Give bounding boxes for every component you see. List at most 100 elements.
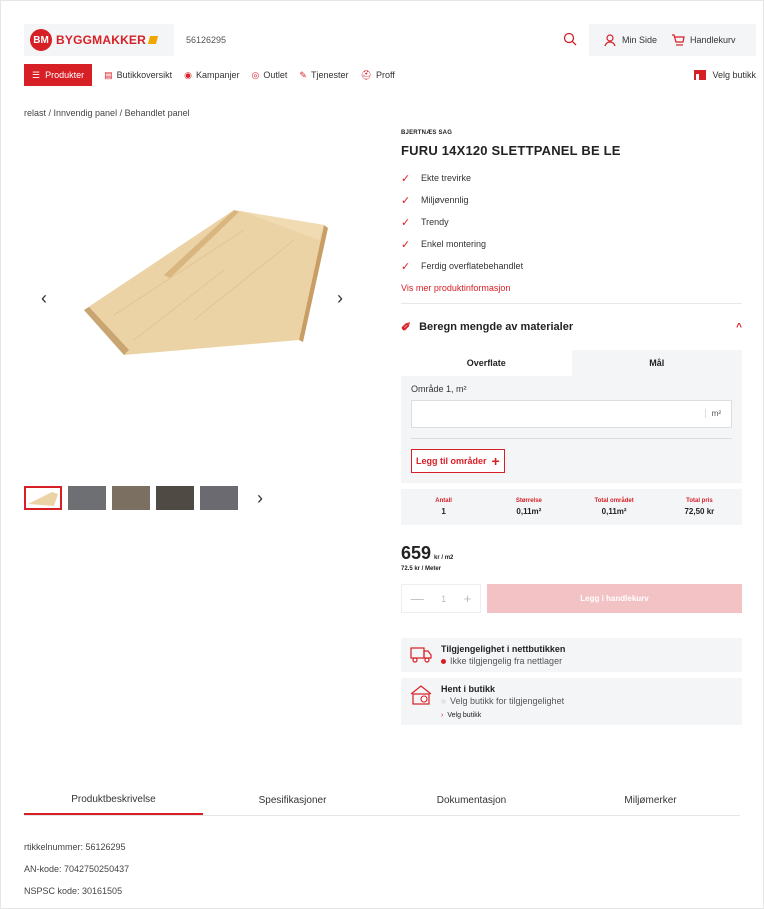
tab-miljomerker[interactable]: Miljømerker [561,786,740,815]
area-unit: m² [704,409,721,418]
thumbnail-3[interactable] [112,486,150,510]
products-menu-button[interactable]: ☰ Produkter [24,64,93,86]
price: 659 kr / m2 [401,543,742,564]
tab-produktbeskrivelse[interactable]: Produktbeskrivelse [24,786,203,815]
chevron-right-icon: › [441,712,444,719]
nav-label: Proff [375,70,395,80]
thumbnail-strip: › [24,486,268,510]
store-pickup-icon [410,685,432,705]
plus-button[interactable]: + [464,591,472,606]
area-label: Område 1, m² [411,384,467,394]
nav-label: Outlet [263,70,288,80]
summary-value: 0,11m² [516,507,542,516]
feature-item: ✓ Trendy [401,211,742,233]
panel-thumb-image [28,492,58,506]
feature-item: ✓ Enkel montering [401,233,742,255]
feature-item: ✓ Miljøvennlig [401,189,742,211]
check-icon: ✓ [401,238,411,251]
min-side-link[interactable]: Min Side [603,33,657,47]
wrench-icon: ✎ [299,69,307,80]
more-product-info-link[interactable]: Vis mer produktinformasjon [401,283,742,293]
logo-badge: BM [30,29,52,51]
summary-cell: Total pris 72,50 kr [657,498,742,516]
nav-item-tjenester[interactable]: ✎ Tjenester [299,70,348,81]
tab-overflate[interactable]: Overflate [401,350,572,376]
feature-label: Ferdig overflatebehandlet [421,261,524,271]
nav-label: Butikkoversikt [116,70,173,80]
select-store-link[interactable]: Velg butikk [693,69,756,81]
nav-item-outlet[interactable]: ◎ Outlet [252,70,288,81]
online-status-text: Ikke tilgjengelig fra nettlager [450,656,563,666]
spec-item: rtikkelnummer: 56126295 [24,842,126,852]
spec-item: NSPSC kode: 30161505 [24,886,123,896]
product-brand[interactable]: BJERTNÆS SAG [401,130,742,136]
main-nav: ☰ Produkter ▤ Butikkoversikt ◉ Kampanjer ◎… [24,64,756,86]
online-availability: Tilgjengelighet i nettbutikken Ikke tilg… [401,638,742,672]
minus-button[interactable]: — [411,591,424,606]
top-bar: BM BYGGMAKKER Min Side Handlekurv [24,24,756,56]
nav-item-proff[interactable]: ⛑ Proff [361,70,395,81]
page: BM BYGGMAKKER Min Side Handlekurv [0,0,764,909]
calculator-header[interactable]: ✐ Beregn mengde av materialer ^ [401,304,742,350]
calculator-summary: Antall 1 Størrelse 0,11m² Total området 0,1… [401,489,742,525]
product-tabs: Produktbeskrivelse Spesifikasjoner Dokum… [24,786,740,816]
helmet-icon: ⛑ [360,69,372,80]
nav-item-butikkoversikt[interactable]: ▤ Butikkoversikt [104,70,172,81]
tab-spesifikasjoner[interactable]: Spesifikasjoner [203,786,382,815]
check-icon: ✓ [401,172,411,185]
feature-list: ✓ Ekte trevirke ✓ Miljøvennlig ✓ Trendy ✓ En… [401,167,742,277]
calculator-icon: ✐ [401,320,412,334]
store-availability-title: Hent i butikk [441,684,496,694]
store-status-text: Velg butikk for tilgjengelighet [450,696,565,706]
breadcrumb[interactable]: relast / Innvendig panel / Behandlet pan… [24,108,190,118]
chevron-up-icon: ^ [736,321,742,333]
summary-cell: Størrelse 0,11m² [486,498,571,516]
summary-value: 0,11m² [601,507,627,516]
cart-icon [672,34,685,46]
nav-item-kampanjer[interactable]: ◉ Kampanjer [184,70,239,81]
quantity-value[interactable]: 1 [441,594,446,604]
product-gallery: ‹ › [24,130,370,470]
tab-dokumentasjon[interactable]: Dokumentasjon [382,786,561,815]
search-icon[interactable] [563,32,577,46]
calculator-title: Beregn mengde av materialer [419,321,574,333]
gallery-next-arrow[interactable]: › [332,288,348,308]
choose-store-label: Velg butikk [447,712,482,719]
hamburger-icon: ☰ [32,69,41,80]
campaign-icon: ◉ [184,69,193,80]
calculator-tabs: Overflate Mål [401,350,742,376]
search-input[interactable] [186,35,526,45]
cart-label: Handlekurv [690,35,736,45]
logo[interactable]: BM BYGGMAKKER [24,24,174,56]
thumbnails-next-arrow[interactable]: › [252,488,268,508]
check-icon: ✓ [401,216,411,229]
add-area-button[interactable]: Legg til områder + [411,449,505,473]
add-to-cart-button[interactable]: Legg i handlekurv [487,584,742,613]
thumbnail-4[interactable] [156,486,194,510]
products-label: Produkter [45,70,85,80]
search-box [174,24,589,56]
summary-value: 72,50 kr [684,507,715,516]
divider [411,438,732,439]
price-unit: kr / m2 [434,555,454,561]
area-input[interactable]: m² [411,400,732,428]
thumbnail-5[interactable] [200,486,238,510]
online-status: Ikke tilgjengelig fra nettlager [441,656,565,666]
quantity-stepper: — 1 + [401,584,481,613]
thumbnail-1[interactable] [24,486,62,510]
feature-item: ✓ Ferdig overflatebehandlet [401,255,742,277]
add-area-label: Legg til områder [416,456,487,466]
summary-key: Total pris [686,498,713,504]
calculator-body: Område 1, m² m² Legg til områder + [401,376,742,483]
choose-store-link[interactable]: › Velg butikk [441,712,564,719]
tab-maal[interactable]: Mål [572,350,743,376]
online-availability-title: Tilgjengelighet i nettbutikken [441,644,566,654]
logo-mark [147,36,159,44]
check-icon: ✓ [401,194,411,207]
thumbnail-2[interactable] [68,486,106,510]
gallery-prev-arrow[interactable]: ‹ [36,288,52,308]
cart-link[interactable]: Handlekurv [671,33,736,47]
feature-label: Enkel montering [421,239,487,249]
user-icon [604,34,616,47]
min-side-label: Min Side [622,35,658,45]
